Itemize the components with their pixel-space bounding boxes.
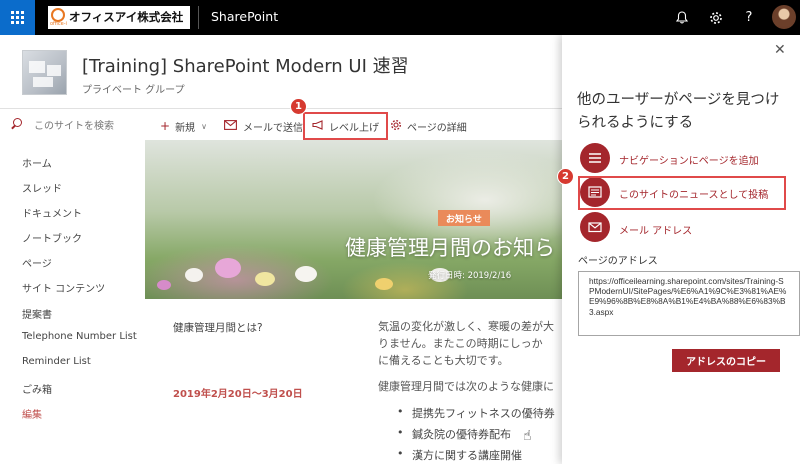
page-details-button[interactable]: ページの詳細 [390, 117, 467, 135]
flower-shape [255, 272, 275, 286]
nav-edit-link[interactable]: 編集 [22, 406, 42, 421]
section-question: 健康管理月間とは? [173, 322, 263, 334]
step-badge-1: 1 [290, 98, 307, 115]
hand-cursor-icon: ☝ [523, 428, 532, 444]
org-mark-subtext: office-i [50, 21, 67, 27]
navigation-icon[interactable] [580, 143, 610, 173]
intro-paragraph: 気温の変化が激しく、寒暖の差が大 りません。またこの時期にしっか に備えることも… [378, 318, 562, 369]
bell-icon[interactable] [666, 0, 698, 35]
new-label: 新規 [175, 122, 196, 134]
paragraph-line: に備えることも大切です。 [378, 354, 509, 367]
nav-item-recycle-bin[interactable]: ごみ箱 [22, 381, 52, 396]
bullet-text: 漢方に関する講座開催 [412, 449, 522, 462]
org-mark-icon [51, 8, 65, 22]
flower-shape [375, 278, 393, 290]
header-divider [0, 108, 562, 109]
email-label: メールで送信 [243, 122, 303, 134]
promote-highlight-box [303, 112, 388, 140]
publish-date: 発行日時: 2019/2/16 [428, 271, 512, 281]
page-details-label: ページの詳細 [407, 122, 467, 134]
org-name: オフィスアイ株式会社 [69, 10, 184, 24]
avatar[interactable] [772, 5, 796, 29]
flower-shape [295, 266, 317, 282]
waffle-icon[interactable] [0, 0, 35, 35]
flower-shape [215, 258, 241, 278]
add-to-navigation-link[interactable]: ナビゲーションにページを追加 [619, 152, 759, 167]
flower-shape [157, 280, 171, 290]
news-tag: お知らせ [438, 210, 490, 226]
step-badge-2: 2 [557, 168, 574, 185]
chevron-down-icon: ∨ [201, 121, 207, 131]
bullet-text: 提携先フィットネスの優待券 [412, 407, 555, 420]
nav-item-notebook[interactable]: ノートブック [22, 230, 82, 245]
nav-item-threads[interactable]: スレッド [22, 180, 62, 195]
panel-title: 他のユーザーがページを見つけられるようにする [577, 92, 780, 131]
org-logo[interactable]: office-i オフィスアイ株式会社 [48, 6, 190, 29]
page-address-field[interactable]: https://officeilearning.sharepoint.com/s… [578, 271, 800, 336]
new-button[interactable]: + 新規 ∨ [160, 117, 207, 135]
app-name[interactable]: SharePoint [211, 9, 278, 24]
bullet-text: 鍼灸院の優待券配布 [412, 428, 511, 441]
paragraph-line: りません。またこの時期にしっか [378, 337, 543, 350]
email-button[interactable]: メールで送信 [224, 117, 303, 135]
site-logo[interactable] [22, 50, 67, 95]
bullet-item: 漢方に関する講座開催 [397, 447, 522, 463]
nav-item-pages[interactable]: ページ [22, 255, 52, 270]
suite-bar: office-i オフィスアイ株式会社 SharePoint ? [0, 0, 800, 35]
nav-item-telephone-list[interactable]: Telephone Number List [22, 331, 137, 342]
nav-item-home[interactable]: ホーム [22, 155, 52, 170]
program-intro: 健康管理月間では次のような健康に [378, 380, 554, 393]
help-icon[interactable]: ? [733, 0, 765, 35]
date-range: 2019年2月20日～3月20日 [173, 389, 303, 400]
mail-icon[interactable] [580, 212, 610, 242]
gear-icon[interactable] [700, 0, 732, 35]
page-address-label: ページのアドレス [578, 256, 658, 267]
plus-icon: + [160, 119, 171, 133]
search-icon [10, 118, 22, 130]
suite-divider [198, 6, 199, 29]
nav-item-proposals[interactable]: 提案書 [22, 306, 52, 321]
email-address-link[interactable]: メール アドレス [619, 222, 692, 237]
site-subtitle: プライベート グループ [82, 85, 185, 96]
gear-icon [390, 119, 402, 134]
search-box[interactable]: このサイトを検索 [10, 115, 140, 135]
nav-item-site-contents[interactable]: サイト コンテンツ [22, 280, 105, 295]
paragraph-line: 気温の変化が激しく、寒暖の差が大 [378, 320, 554, 333]
hero-title: 健康管理月間のお知ら [345, 236, 555, 260]
flower-shape [185, 268, 203, 282]
site-title[interactable]: [Training] SharePoint Modern UI 速習 [82, 52, 409, 78]
close-icon[interactable]: ✕ [774, 42, 786, 58]
nav-item-reminder-list[interactable]: Reminder List [22, 356, 91, 367]
nav-item-documents[interactable]: ドキュメント [22, 205, 82, 220]
copy-address-button[interactable]: アドレスのコピー [672, 349, 780, 372]
bullet-item: 提携先フィットネスの優待券 [397, 405, 555, 421]
bullet-item: 鍼灸院の優待券配布 [397, 426, 511, 442]
news-post-highlight-box [578, 176, 786, 210]
mail-icon [224, 119, 237, 133]
search-placeholder: このサイトを検索 [34, 121, 114, 132]
